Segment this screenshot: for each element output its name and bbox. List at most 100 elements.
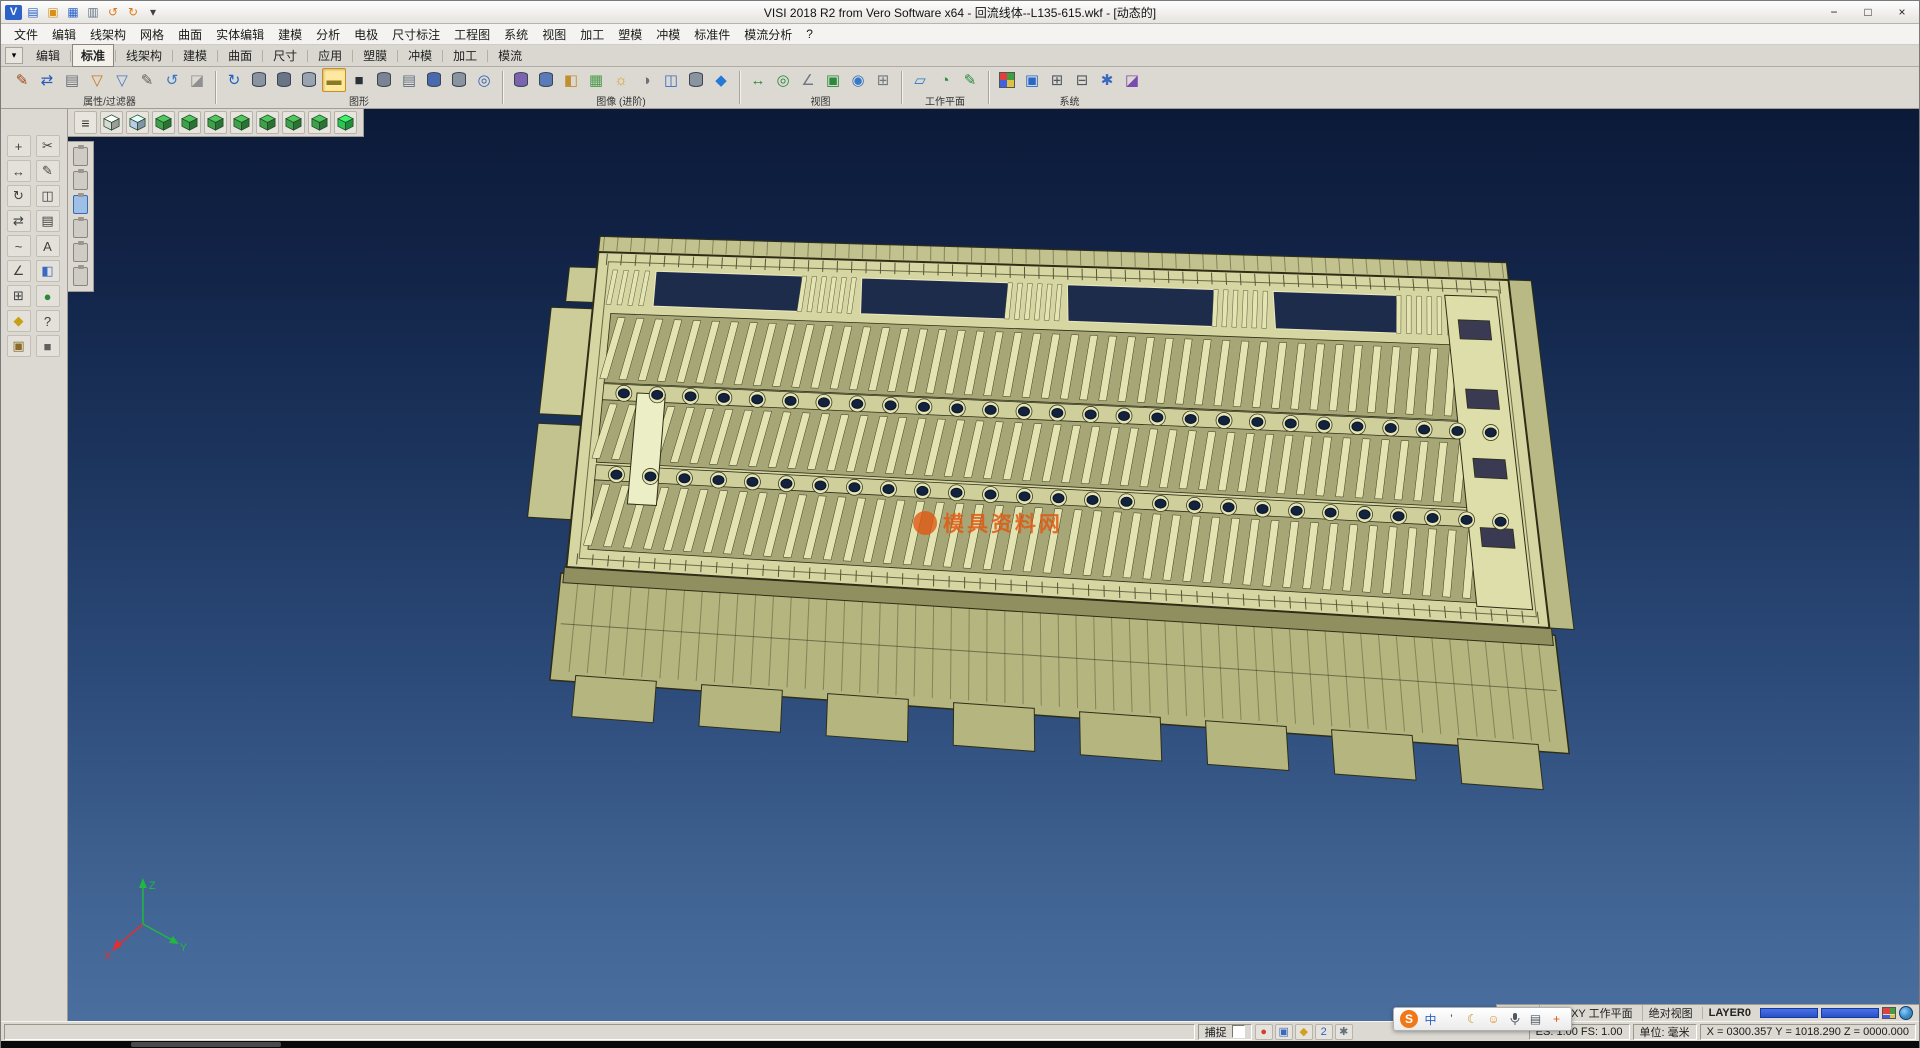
sys-options-icon[interactable]: ✱ — [1095, 68, 1119, 92]
layer-color-bar-1[interactable] — [1760, 1008, 1818, 1018]
menu-item-视图[interactable]: 视图 — [535, 24, 573, 45]
menu-item-电极[interactable]: 电极 — [347, 24, 385, 45]
visi-logo[interactable]: V — [5, 5, 22, 20]
menu-item-系统[interactable]: 系统 — [497, 24, 535, 45]
snap-checkbox[interactable] — [1232, 1025, 1245, 1038]
sys-calculator-icon[interactable]: ⊞ — [1045, 68, 1069, 92]
adv-db-eye-icon[interactable] — [509, 68, 533, 92]
attribute-edit-icon[interactable]: ✎ — [10, 68, 34, 92]
sys-render-icon[interactable]: ◪ — [1120, 68, 1144, 92]
menu-item-编辑[interactable]: 编辑 — [45, 24, 83, 45]
view-cube-wire-icon[interactable] — [126, 111, 149, 134]
grid-snap-icon[interactable]: ⊞ — [7, 285, 31, 307]
tab-dropdown-button[interactable]: ▾ — [5, 47, 23, 64]
text-icon[interactable]: A — [36, 235, 60, 257]
db-view-icon[interactable] — [447, 68, 471, 92]
color-swatch-icon[interactable] — [1882, 1007, 1896, 1019]
view-cube-right-icon[interactable] — [178, 111, 201, 134]
filter-edit-icon[interactable]: ▽ — [110, 68, 134, 92]
tab-模流[interactable]: 模流 — [489, 44, 531, 67]
clipboard-icon-1[interactable] — [73, 147, 88, 166]
layer-stack-icon[interactable]: ▤ — [397, 68, 421, 92]
ime-moon-icon[interactable]: ☾ — [1464, 1010, 1481, 1028]
sys-palette-icon[interactable] — [995, 68, 1019, 92]
open-file-icon[interactable]: ▣ — [44, 4, 62, 21]
mirror-icon[interactable]: ⇄ — [7, 210, 31, 232]
db-zoom-icon[interactable]: ◎ — [472, 68, 496, 92]
status-pointer-icon[interactable]: ● — [1255, 1024, 1273, 1040]
attribute-match-icon[interactable]: ▤ — [60, 68, 84, 92]
menu-item-加工[interactable]: 加工 — [573, 24, 611, 45]
ime-punctuation[interactable]: ’ — [1443, 1010, 1460, 1028]
adv-db-edit-icon[interactable] — [534, 68, 558, 92]
view-mode-button[interactable]: 绝对视图 — [1642, 1005, 1699, 1021]
tab-建模[interactable]: 建模 — [174, 44, 216, 67]
viewport[interactable]: 模具资料网ZXY ≡ ◉ ◎ 修剪 XY 工作平面 绝对视图 LAYER0 — [68, 109, 1919, 1021]
clipboard-icon-4[interactable] — [73, 219, 88, 238]
menu-item-工程图[interactable]: 工程图 — [447, 24, 497, 45]
view-grid-icon[interactable]: ⊞ — [871, 68, 895, 92]
clipboard-icon-5[interactable] — [73, 243, 88, 262]
view-cube-front-icon[interactable] — [256, 111, 279, 134]
menu-item-分析[interactable]: 分析 — [309, 24, 347, 45]
tab-线架构[interactable]: 线架构 — [117, 44, 171, 67]
view-eye-icon[interactable]: ◉ — [846, 68, 870, 92]
globe-icon[interactable] — [1899, 1006, 1913, 1020]
status-help-icon[interactable]: 2 — [1315, 1024, 1333, 1040]
move-icon[interactable]: ↔ — [7, 160, 31, 182]
info-icon[interactable]: ● — [36, 285, 60, 307]
print-icon[interactable]: ▥ — [84, 4, 102, 21]
menu-item-网格[interactable]: 网格 — [133, 24, 171, 45]
adv-db-pencil-icon[interactable] — [684, 68, 708, 92]
workplane-edit-icon[interactable]: ✎ — [958, 68, 982, 92]
select-icon[interactable]: + — [7, 135, 31, 157]
menu-item-尺寸标注[interactable]: 尺寸标注 — [385, 24, 447, 45]
toolbar-options-icon[interactable]: ▾ — [144, 4, 162, 21]
ime-toolbox-icon[interactable]: + — [1548, 1010, 1565, 1028]
block-icon[interactable]: ■ — [36, 335, 60, 357]
view-measure-icon[interactable]: ∠ — [796, 68, 820, 92]
clipboard-icon-3[interactable] — [73, 195, 88, 214]
db-hidden-icon[interactable] — [297, 68, 321, 92]
status-print-icon[interactable]: ▣ — [1275, 1024, 1293, 1040]
help-icon[interactable]: ? — [36, 310, 60, 332]
ime-keyboard-icon[interactable]: ▤ — [1527, 1010, 1544, 1028]
viewport-canvas[interactable]: 模具资料网ZXY — [68, 109, 1919, 1021]
menu-item-冲模[interactable]: 冲模 — [649, 24, 687, 45]
view-zoom-icon[interactable]: ◎ — [771, 68, 795, 92]
snap-toggle[interactable]: 捕捉 — [1198, 1024, 1252, 1040]
adv-texture-icon[interactable]: ▦ — [584, 68, 608, 92]
workplane-xy-icon[interactable]: ▱ — [908, 68, 932, 92]
filter-elements-icon[interactable]: ▽ — [85, 68, 109, 92]
filter-reset-icon[interactable]: ↺ — [160, 68, 184, 92]
status-gear-icon[interactable]: ✱ — [1335, 1024, 1353, 1040]
adv-light-icon[interactable]: ☼ — [609, 68, 633, 92]
sketch-icon[interactable]: ✎ — [36, 160, 60, 182]
tab-冲模[interactable]: 冲模 — [399, 44, 441, 67]
ime-mic-icon[interactable] — [1506, 1010, 1523, 1028]
clipboard-icon-6[interactable] — [73, 267, 88, 286]
maximize-button[interactable]: □ — [1851, 1, 1885, 23]
tab-编辑[interactable]: 编辑 — [27, 44, 69, 67]
view-menu-icon[interactable]: ≡ — [74, 111, 97, 134]
minimize-button[interactable]: − — [1817, 1, 1851, 23]
paint-icon[interactable]: ◧ — [36, 260, 60, 282]
dark-shade-icon[interactable]: ■ — [347, 68, 371, 92]
redo-icon[interactable]: ↻ — [124, 4, 142, 21]
view-cube-back-icon[interactable] — [282, 111, 305, 134]
layer-color-bar-2[interactable] — [1821, 1008, 1879, 1018]
tab-尺寸[interactable]: 尺寸 — [264, 44, 306, 67]
sys-monitor-icon[interactable]: ▣ — [1020, 68, 1044, 92]
sys-keypad-icon[interactable]: ⊟ — [1070, 68, 1094, 92]
menu-item-实体编辑[interactable]: 实体编辑 — [209, 24, 271, 45]
status-lock-icon[interactable]: ◆ — [1295, 1024, 1313, 1040]
tab-塑膜[interactable]: 塑膜 — [354, 44, 396, 67]
split-icon[interactable]: ◫ — [36, 185, 60, 207]
view-cube-bottom-icon[interactable] — [230, 111, 253, 134]
trim-icon[interactable]: ✂ — [36, 135, 60, 157]
adv-shadow-icon[interactable]: ◑ — [634, 68, 658, 92]
view-camera-icon[interactable]: ▣ — [821, 68, 845, 92]
ime-logo[interactable]: S — [1400, 1010, 1418, 1028]
redraw-icon[interactable]: ↻ — [222, 68, 246, 92]
new-file-icon[interactable]: ▤ — [24, 4, 42, 21]
